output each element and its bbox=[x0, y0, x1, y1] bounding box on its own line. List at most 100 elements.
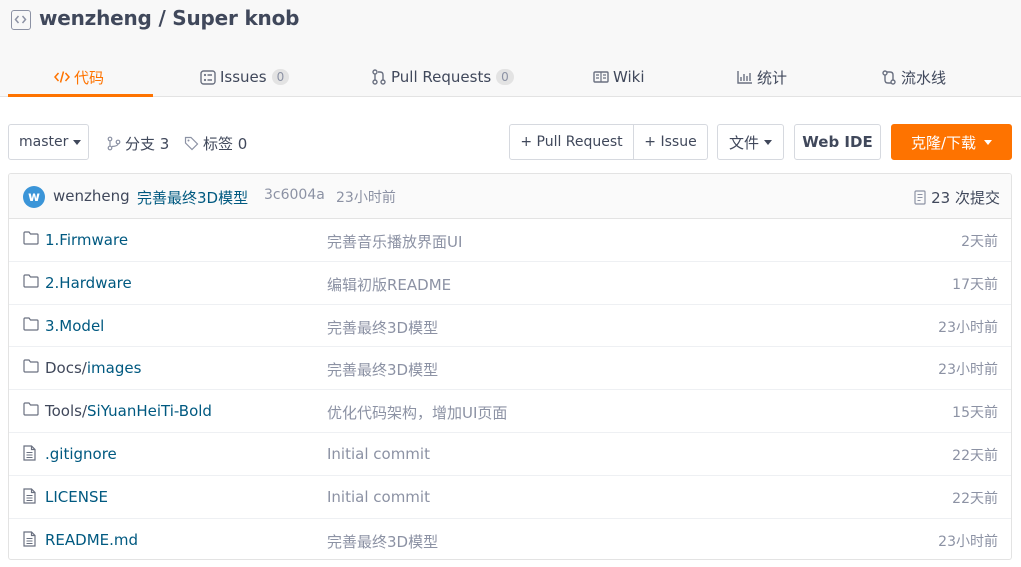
file-menu-button[interactable]: 文件 bbox=[717, 124, 784, 160]
file-name-link[interactable]: LICENSE bbox=[45, 488, 108, 506]
tab-label: 流水线 bbox=[901, 68, 947, 87]
file-commit-time: 23小时前 bbox=[938, 362, 998, 379]
file-commit-time: 22天前 bbox=[952, 490, 998, 507]
issues-count-badge: 0 bbox=[271, 69, 290, 85]
tab-label: Pull Requests bbox=[391, 68, 492, 86]
folder-icon bbox=[23, 359, 39, 373]
commit-time: 23小时前 bbox=[336, 190, 396, 206]
file-name: 3.Model bbox=[45, 316, 105, 335]
file-commit-time: 23小时前 bbox=[938, 533, 998, 550]
tab-issues[interactable]: Issues 0 bbox=[200, 58, 290, 96]
stats-icon bbox=[737, 70, 753, 84]
chevron-down-icon bbox=[73, 139, 82, 145]
file-commit-time: 23小时前 bbox=[938, 319, 998, 336]
file-icon bbox=[23, 488, 36, 504]
table-row[interactable]: LICENSE Initial commit 22天前 bbox=[9, 476, 1011, 519]
branch-icon bbox=[107, 136, 121, 151]
file-icon bbox=[23, 445, 36, 461]
file-name-link[interactable]: 3.Model bbox=[45, 317, 104, 335]
table-row[interactable]: README.md 完善最终3D模型 23小时前 bbox=[9, 519, 1011, 559]
table-row[interactable]: .gitignore Initial commit 22天前 bbox=[9, 433, 1011, 476]
file-name-link[interactable]: README.md bbox=[45, 531, 138, 549]
file-commit-message[interactable]: 完善最终3D模型 bbox=[327, 531, 438, 552]
table-row[interactable]: 3.Model 完善最终3D模型 23小时前 bbox=[9, 305, 1011, 348]
commit-count-label: 23 次提交 bbox=[931, 189, 1000, 207]
commit-sha[interactable]: 3c6004a bbox=[264, 187, 325, 203]
file-commit-time: 2天前 bbox=[961, 234, 998, 250]
clone-download-button[interactable]: 克隆/下载 bbox=[891, 124, 1012, 160]
file-commit-time: 17天前 bbox=[952, 276, 998, 293]
branches-link[interactable]: 分支 3 bbox=[107, 133, 169, 154]
repo-title[interactable]: wenzheng / Super knob bbox=[39, 6, 299, 30]
file-button-label: 文件 bbox=[728, 133, 759, 152]
file-name: 2.Hardware bbox=[45, 273, 132, 292]
table-row[interactable]: 1.Firmware 完善音乐播放界面UI 2天前 bbox=[9, 219, 1011, 262]
commit-count-link[interactable]: 23 次提交 bbox=[914, 187, 1000, 208]
file-name-link[interactable]: Tools/SiYuanHeiTi-Bold bbox=[45, 402, 212, 420]
file-commit-message[interactable]: 完善最终3D模型 bbox=[327, 359, 438, 380]
commit-message[interactable]: 完善最终3D模型 bbox=[137, 187, 248, 208]
file-icon bbox=[23, 530, 36, 547]
code-icon bbox=[54, 70, 70, 84]
repo-header: wenzheng / Super knob 代码 Issues 0 Pull R… bbox=[0, 0, 1021, 97]
file-commit-message[interactable]: 优化代码架构，增加UI页面 bbox=[327, 402, 507, 423]
chevron-down-icon bbox=[984, 139, 993, 145]
table-row[interactable]: 2.Hardware 编辑初版README 17天前 bbox=[9, 262, 1011, 305]
file-commit-message[interactable]: 完善音乐播放界面UI bbox=[327, 231, 462, 252]
folder-icon bbox=[23, 231, 39, 245]
table-row[interactable]: Tools/SiYuanHeiTi-Bold 优化代码架构，增加UI页面 15天前 bbox=[9, 390, 1011, 433]
tab-stats[interactable]: 统计 bbox=[737, 58, 787, 96]
pipeline-icon bbox=[881, 69, 897, 85]
tag-icon bbox=[184, 136, 199, 151]
table-row[interactable]: Docs/images 完善最终3D模型 23小时前 bbox=[9, 347, 1011, 391]
tab-label: 代码 bbox=[74, 68, 105, 87]
commit-author[interactable]: wenzheng bbox=[53, 187, 130, 205]
wiki-icon bbox=[593, 70, 609, 84]
branches-label: 分支 3 bbox=[125, 135, 170, 153]
repository-code-icon bbox=[11, 10, 31, 30]
tab-pull-requests[interactable]: Pull Requests 0 bbox=[371, 58, 514, 96]
file-commit-message[interactable]: Initial commit bbox=[327, 445, 430, 463]
file-path-prefix: Docs/ bbox=[45, 359, 87, 378]
commits-history-icon bbox=[914, 190, 926, 205]
pull-requests-count-badge: 0 bbox=[496, 69, 514, 85]
file-name: README.md bbox=[45, 530, 139, 549]
folder-icon bbox=[23, 402, 39, 416]
web-ide-button[interactable]: Web IDE bbox=[794, 124, 881, 160]
new-pull-request-button[interactable]: + Pull Request bbox=[509, 124, 634, 160]
file-list: w wenzheng 完善最终3D模型 3c6004a 23小时前 23 次提交… bbox=[8, 173, 1012, 560]
tags-link[interactable]: 标签 0 bbox=[184, 133, 247, 154]
folder-icon bbox=[23, 316, 39, 331]
tab-code[interactable]: 代码 bbox=[54, 58, 104, 96]
pull-request-icon bbox=[371, 69, 387, 85]
tags-label: 标签 0 bbox=[203, 135, 248, 153]
issues-icon bbox=[200, 69, 216, 85]
file-name: images bbox=[86, 359, 142, 378]
clone-button-label: 克隆/下载 bbox=[910, 133, 977, 152]
chevron-down-icon bbox=[764, 139, 772, 145]
active-tab-indicator bbox=[8, 94, 153, 97]
file-path-prefix: Tools/ bbox=[45, 402, 88, 421]
tab-label: Issues bbox=[220, 68, 267, 86]
file-name-link[interactable]: 2.Hardware bbox=[45, 274, 132, 292]
folder-icon bbox=[23, 274, 39, 288]
file-name-link[interactable]: 1.Firmware bbox=[45, 231, 128, 249]
file-commit-time: 15天前 bbox=[952, 405, 998, 422]
file-commit-message[interactable]: 完善最终3D模型 bbox=[327, 317, 438, 338]
latest-commit-bar: w wenzheng 完善最终3D模型 3c6004a 23小时前 23 次提交 bbox=[9, 174, 1011, 219]
branch-select[interactable]: master bbox=[8, 124, 89, 160]
file-name: 1.Firmware bbox=[45, 231, 129, 249]
tab-wiki[interactable]: Wiki bbox=[593, 58, 645, 96]
file-name-link[interactable]: .gitignore bbox=[45, 445, 117, 463]
branch-name: master bbox=[19, 134, 69, 150]
file-name: LICENSE bbox=[45, 487, 108, 506]
file-name-link[interactable]: Docs/images bbox=[45, 359, 141, 377]
avatar[interactable]: w bbox=[23, 186, 45, 208]
file-name: .gitignore bbox=[45, 444, 117, 463]
file-commit-message[interactable]: Initial commit bbox=[327, 488, 430, 506]
tab-label: 统计 bbox=[757, 68, 788, 87]
tab-pipeline[interactable]: 流水线 bbox=[881, 58, 946, 96]
file-name: SiYuanHeiTi-Bold bbox=[87, 402, 212, 421]
file-commit-message[interactable]: 编辑初版README bbox=[327, 274, 451, 295]
new-issue-button[interactable]: + Issue bbox=[633, 124, 708, 160]
